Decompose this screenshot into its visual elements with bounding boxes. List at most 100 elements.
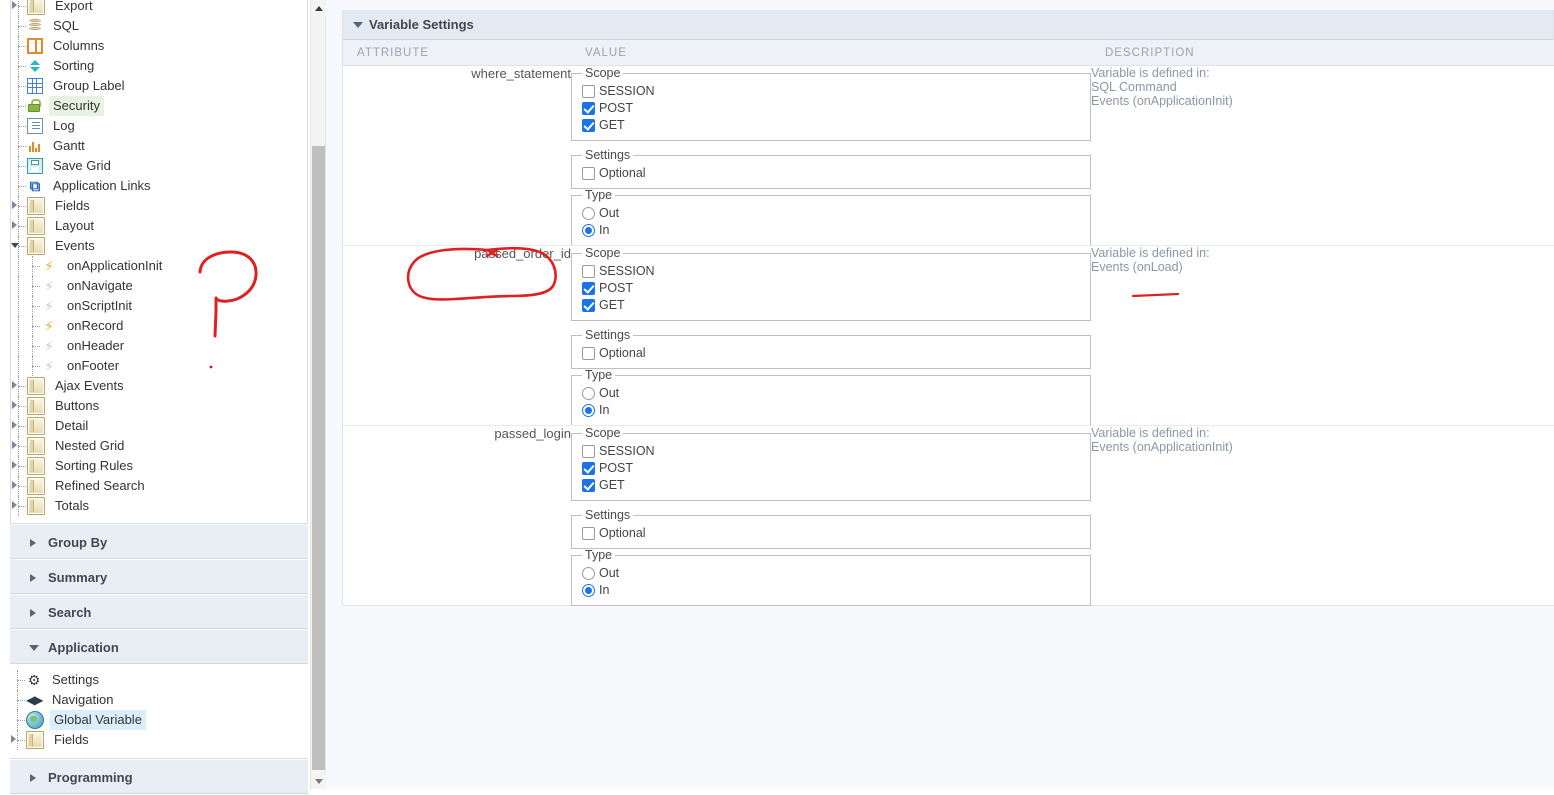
radio-option-out[interactable]: Out [582,565,1082,581]
tree-guide [25,336,40,356]
radio-option-in[interactable]: In [582,222,1082,238]
checkbox-unchecked-icon[interactable] [582,444,595,458]
description-line: Variable is defined in: [1091,246,1210,260]
tree-item-layout[interactable]: Layout [11,216,307,236]
tree-item-events[interactable]: Events [11,236,307,256]
tree-item-nested-grid[interactable]: Nested Grid [11,436,307,456]
tree-item-gantt[interactable]: Gantt [11,136,307,156]
checkbox-option-optional[interactable]: Optional [582,345,1082,361]
tree-item-application-links[interactable]: ⧉ Application Links [11,176,307,196]
checkbox-checked-icon[interactable] [582,461,595,475]
radio-unselected-icon[interactable] [582,386,595,400]
tree-item-columns[interactable]: Columns [11,36,307,56]
collapse-triangle-icon[interactable] [353,22,363,28]
checkbox-option-get[interactable]: GET [582,297,1082,313]
section-collapsed-triangle-icon[interactable] [30,609,36,617]
tree-expander-closed-icon[interactable] [12,201,17,209]
radio-selected-icon[interactable] [582,583,595,597]
checkbox-unchecked-icon[interactable] [582,166,595,180]
tree-item-fields[interactable]: Fields [11,196,307,216]
checkbox-unchecked-icon[interactable] [582,84,595,98]
tree-item-sorting[interactable]: Sorting [11,56,307,76]
tree-item-refined-search[interactable]: Refined Search [11,476,307,496]
tree-item-sql[interactable]: SQL [11,16,307,36]
tree-expander-closed-icon[interactable] [12,501,17,509]
checkbox-checked-icon[interactable] [582,281,595,295]
sidebar-section-application[interactable]: Application [10,629,308,664]
tree-guide [25,296,40,316]
tree-expander-closed-icon[interactable] [12,401,17,409]
radio-option-out[interactable]: Out [582,205,1082,221]
tree-item-totals[interactable]: Totals [11,496,307,516]
radio-selected-icon[interactable] [582,223,595,237]
tree-item-onnavigate[interactable]: ⚡ onNavigate [11,276,307,296]
checkbox-checked-icon[interactable] [582,118,595,132]
tree-item-ajax-events[interactable]: Ajax Events [11,376,307,396]
sidebar-section-search[interactable]: Search [10,594,308,629]
tree-item-export[interactable]: Export [11,0,307,16]
checkbox-option-optional[interactable]: Optional [582,165,1082,181]
radio-option-in[interactable]: In [582,402,1082,418]
sidebar-scrollbar[interactable] [310,0,327,789]
tree-item-onheader[interactable]: ⚡ onHeader [11,336,307,356]
checkbox-option-post[interactable]: POST [582,280,1082,296]
tree-expander-closed-icon[interactable] [12,1,17,9]
tree-item-onfooter[interactable]: ⚡ onFooter [11,356,307,376]
checkbox-checked-icon[interactable] [582,101,595,115]
checkbox-option-post[interactable]: POST [582,100,1082,116]
tree-item-log[interactable]: Log [11,116,307,136]
tree-item-global-variable[interactable]: Global Variable [10,710,308,730]
tree-expander-closed-icon[interactable] [12,481,17,489]
radio-option-in[interactable]: In [582,582,1082,598]
checkbox-option-session[interactable]: SESSION [582,443,1082,459]
tree-expander-closed-icon[interactable] [12,461,17,469]
checkbox-unchecked-icon[interactable] [582,264,595,278]
tree-item-settings[interactable]: ⚙ Settings [10,670,308,690]
tree-item-save-grid[interactable]: Save Grid [11,156,307,176]
sidebar-tree-scroll-region[interactable]: Export SQL Columns Sorting Group Label Securi… [10,0,308,524]
checkbox-checked-icon[interactable] [582,298,595,312]
tree-expander-closed-icon[interactable] [12,441,17,449]
tree-expander-open-icon[interactable] [11,243,19,248]
sidebar-section-group-by[interactable]: Group By [10,524,308,559]
tree-item-onrecord[interactable]: ⚡ onRecord [11,316,307,336]
tree-item-detail[interactable]: Detail [11,416,307,436]
checkbox-option-get[interactable]: GET [582,117,1082,133]
checkbox-option-get[interactable]: GET [582,477,1082,493]
tree-item-fields[interactable]: Fields [10,730,308,750]
scroll-down-arrow-icon[interactable] [311,773,327,789]
tree-expander-closed-icon[interactable] [12,221,17,229]
option-label: POST [599,101,634,115]
tree-item-onscriptinit[interactable]: ⚡ onScriptInit [11,296,307,316]
radio-unselected-icon[interactable] [582,206,595,220]
section-expanded-triangle-icon[interactable] [29,645,39,651]
tree-item-group-label[interactable]: Group Label [11,76,307,96]
scroll-up-arrow-icon[interactable] [311,0,327,16]
tree-expander-closed-icon[interactable] [11,735,16,743]
tree-item-onapplicationinit[interactable]: ⚡ onApplicationInit [11,256,307,276]
radio-option-out[interactable]: Out [582,385,1082,401]
sidebar-section-summary[interactable]: Summary [10,559,308,594]
checkbox-option-session[interactable]: SESSION [582,263,1082,279]
radio-selected-icon[interactable] [582,403,595,417]
checkbox-option-optional[interactable]: Optional [582,525,1082,541]
section-collapsed-triangle-icon[interactable] [30,539,36,547]
panel-header[interactable]: Variable Settings [343,10,1553,40]
checkbox-checked-icon[interactable] [582,478,595,492]
tree-item-navigation[interactable]: ◀▶ Navigation [10,690,308,710]
sidebar-scrollbar-thumb[interactable] [312,146,325,770]
section-collapsed-triangle-icon[interactable] [30,774,36,782]
checkbox-unchecked-icon[interactable] [582,526,595,540]
tree-item-sorting-rules[interactable]: Sorting Rules [11,456,307,476]
radio-unselected-icon[interactable] [582,566,595,580]
checkbox-option-session[interactable]: SESSION [582,83,1082,99]
tree-expander-closed-icon[interactable] [12,421,17,429]
folder-icon [27,237,45,255]
tree-item-label: Totals [55,498,89,513]
section-collapsed-triangle-icon[interactable] [30,574,36,582]
tree-item-buttons[interactable]: Buttons [11,396,307,416]
checkbox-unchecked-icon[interactable] [582,346,595,360]
tree-item-security[interactable]: Security [11,96,307,116]
checkbox-option-post[interactable]: POST [582,460,1082,476]
tree-expander-closed-icon[interactable] [12,381,17,389]
